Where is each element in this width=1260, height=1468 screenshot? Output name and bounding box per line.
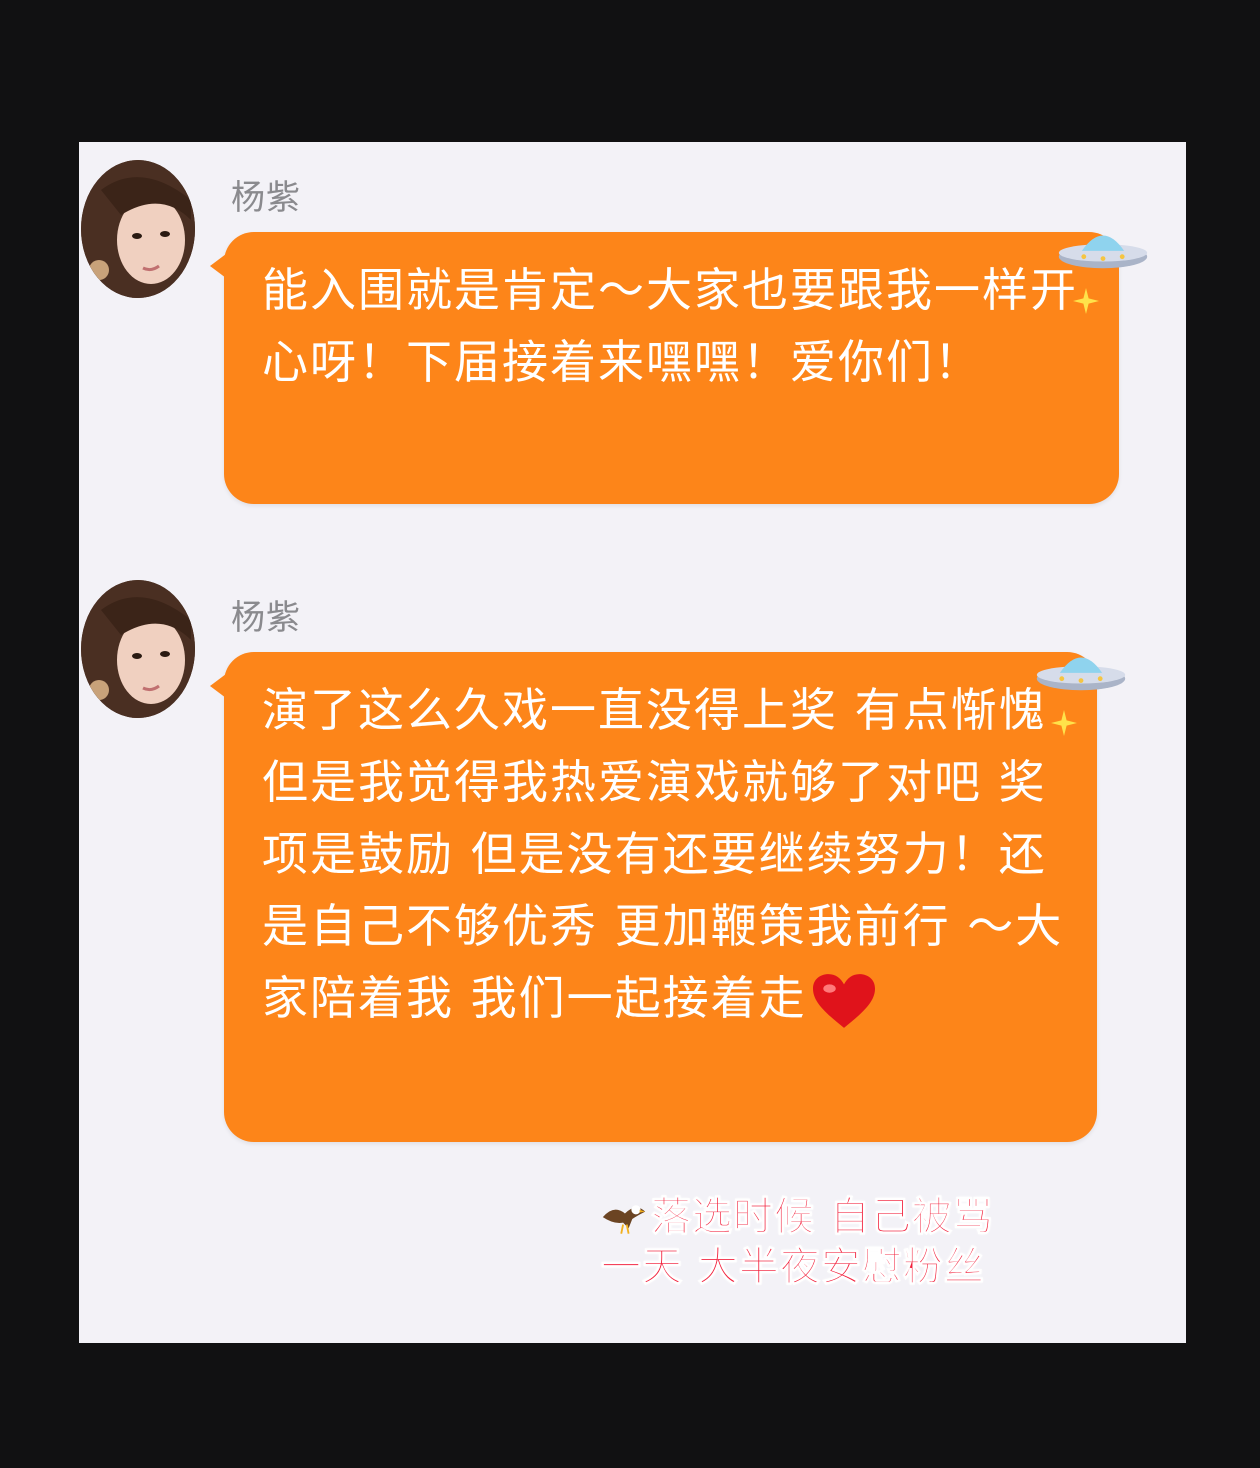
message-text: 能入围就是肯定～大家也要跟我一样开心呀！下届接着来嘿嘿！爱你们！ (262, 263, 1078, 389)
sender-name: 杨紫 (231, 178, 301, 218)
avatar[interactable] (81, 580, 195, 718)
sender-name: 杨紫 (231, 598, 301, 638)
caption-line-2: 一天 大半夜安慰粉丝 (601, 1244, 985, 1291)
message-bubble[interactable]: 演了这么久戏一直没得上奖 有点惭愧 但是我觉得我热爱演戏就够了对吧 奖项是鼓励 … (210, 652, 1097, 1142)
eagle-icon (602, 1205, 646, 1234)
ufo-icon (1036, 657, 1126, 691)
avatar[interactable] (81, 160, 195, 298)
sparkle-icon (1051, 710, 1077, 736)
chat-screen: 杨紫 能入围就是肯定～大家也要跟我一样开心呀！下届接着来嘿嘿！爱你们！ 杨紫 演… (79, 142, 1186, 1343)
caption-line-1: 落选时候 自己被骂 (601, 1192, 994, 1242)
sparkle-icon (1073, 288, 1099, 314)
heart-icon (812, 973, 875, 1028)
message-text: 演了这么久戏一直没得上奖 有点惭愧 但是我觉得我热爱演戏就够了对吧 奖项是鼓励 … (262, 683, 1064, 1025)
ufo-icon (1058, 235, 1148, 269)
caption-text-1: 落选时候 自己被骂 (651, 1194, 994, 1241)
overlay-caption: 落选时候 自己被骂 一天 大半夜安慰粉丝 (601, 1192, 994, 1292)
message-bubble[interactable]: 能入围就是肯定～大家也要跟我一样开心呀！下届接着来嘿嘿！爱你们！ (210, 232, 1119, 504)
